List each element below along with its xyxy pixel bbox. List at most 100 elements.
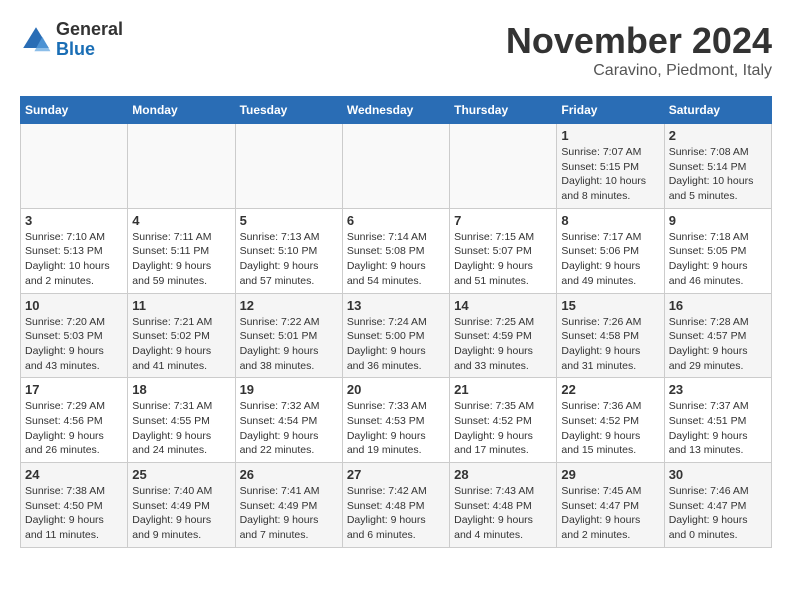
calendar-cell: 1 Sunrise: 7:07 AMSunset: 5:15 PMDaylight… (557, 124, 664, 209)
day-info: Sunrise: 7:32 AMSunset: 4:54 PMDaylight:… (240, 399, 338, 458)
day-info: Sunrise: 7:20 AMSunset: 5:03 PMDaylight:… (25, 315, 123, 374)
day-info: Sunrise: 7:31 AMSunset: 4:55 PMDaylight:… (132, 399, 230, 458)
day-number: 12 (240, 298, 338, 313)
day-number: 24 (25, 467, 123, 482)
calendar-cell: 25 Sunrise: 7:40 AMSunset: 4:49 PMDayligh… (128, 463, 235, 548)
day-number: 21 (454, 382, 552, 397)
calendar-header: SundayMondayTuesdayWednesdayThursdayFrid… (21, 97, 772, 124)
calendar-cell: 7Sunrise: 7:15 AMSunset: 5:07 PMDaylight… (450, 208, 557, 293)
day-info: Sunrise: 7:42 AMSunset: 4:48 PMDaylight:… (347, 484, 445, 543)
logo-icon (20, 24, 52, 56)
calendar-cell (342, 124, 449, 209)
day-info: Sunrise: 7:43 AMSunset: 4:48 PMDaylight:… (454, 484, 552, 543)
week-row-2: 3Sunrise: 7:10 AMSunset: 5:13 PMDaylight… (21, 208, 772, 293)
calendar-cell: 24 Sunrise: 7:38 AMSunset: 4:50 PMDayligh… (21, 463, 128, 548)
calendar-title: November 2024 (506, 20, 772, 62)
calendar-cell: 6 Sunrise: 7:14 AMSunset: 5:08 PMDaylight… (342, 208, 449, 293)
calendar-cell (450, 124, 557, 209)
day-info: Sunrise: 7:45 AMSunset: 4:47 PMDaylight:… (561, 484, 659, 543)
day-info: Sunrise: 7:21 AMSunset: 5:02 PMDaylight:… (132, 315, 230, 374)
day-info: Sunrise: 7:35 AMSunset: 4:52 PMDaylight:… (454, 399, 552, 458)
day-number: 5 (240, 213, 338, 228)
day-number: 28 (454, 467, 552, 482)
day-number: 16 (669, 298, 767, 313)
calendar-cell: 3Sunrise: 7:10 AMSunset: 5:13 PMDaylight… (21, 208, 128, 293)
header-day-sunday: Sunday (21, 97, 128, 124)
day-number: 26 (240, 467, 338, 482)
title-area: November 2024 Caravino, Piedmont, Italy (506, 20, 772, 80)
day-number: 1 (561, 128, 659, 143)
header-day-tuesday: Tuesday (235, 97, 342, 124)
calendar-cell: 22 Sunrise: 7:36 AMSunset: 4:52 PMDayligh… (557, 378, 664, 463)
calendar-cell: 23 Sunrise: 7:37 AMSunset: 4:51 PMDayligh… (664, 378, 771, 463)
header-day-saturday: Saturday (664, 97, 771, 124)
calendar-cell: 12 Sunrise: 7:22 AMSunset: 5:01 PMDayligh… (235, 293, 342, 378)
header-day-monday: Monday (128, 97, 235, 124)
day-number: 23 (669, 382, 767, 397)
calendar-cell: 10 Sunrise: 7:20 AMSunset: 5:03 PMDayligh… (21, 293, 128, 378)
day-number: 30 (669, 467, 767, 482)
day-number: 25 (132, 467, 230, 482)
page-header: General Blue November 2024 Caravino, Pie… (20, 20, 772, 80)
calendar-cell: 11 Sunrise: 7:21 AMSunset: 5:02 PMDayligh… (128, 293, 235, 378)
calendar-cell: 18 Sunrise: 7:31 AMSunset: 4:55 PMDayligh… (128, 378, 235, 463)
calendar-cell (128, 124, 235, 209)
calendar-cell: 15Sunrise: 7:26 AMSunset: 4:58 PMDayligh… (557, 293, 664, 378)
day-info: Sunrise: 7:14 AMSunset: 5:08 PMDaylight:… (347, 230, 445, 289)
day-info: Sunrise: 7:36 AMSunset: 4:52 PMDaylight:… (561, 399, 659, 458)
day-info: Sunrise: 7:46 AMSunset: 4:47 PMDaylight:… (669, 484, 767, 543)
calendar-cell (21, 124, 128, 209)
day-info: Sunrise: 7:28 AMSunset: 4:57 PMDaylight:… (669, 315, 767, 374)
day-number: 8 (561, 213, 659, 228)
day-number: 2 (669, 128, 767, 143)
day-number: 6 (347, 213, 445, 228)
day-number: 15 (561, 298, 659, 313)
calendar-cell: 8Sunrise: 7:17 AMSunset: 5:06 PMDaylight… (557, 208, 664, 293)
day-info: Sunrise: 7:40 AMSunset: 4:49 PMDaylight:… (132, 484, 230, 543)
day-number: 17 (25, 382, 123, 397)
calendar-cell: 9 Sunrise: 7:18 AMSunset: 5:05 PMDaylight… (664, 208, 771, 293)
calendar-subtitle: Caravino, Piedmont, Italy (506, 62, 772, 80)
calendar-cell: 4Sunrise: 7:11 AMSunset: 5:11 PMDaylight… (128, 208, 235, 293)
calendar-cell: 17 Sunrise: 7:29 AMSunset: 4:56 PMDayligh… (21, 378, 128, 463)
day-info: Sunrise: 7:07 AMSunset: 5:15 PMDaylight:… (561, 145, 659, 204)
day-number: 11 (132, 298, 230, 313)
header-day-thursday: Thursday (450, 97, 557, 124)
day-info: Sunrise: 7:18 AMSunset: 5:05 PMDaylight:… (669, 230, 767, 289)
day-info: Sunrise: 7:29 AMSunset: 4:56 PMDaylight:… (25, 399, 123, 458)
day-info: Sunrise: 7:33 AMSunset: 4:53 PMDaylight:… (347, 399, 445, 458)
day-number: 22 (561, 382, 659, 397)
calendar-cell: 27Sunrise: 7:42 AMSunset: 4:48 PMDayligh… (342, 463, 449, 548)
day-number: 18 (132, 382, 230, 397)
day-info: Sunrise: 7:25 AMSunset: 4:59 PMDaylight:… (454, 315, 552, 374)
header-day-friday: Friday (557, 97, 664, 124)
day-info: Sunrise: 7:38 AMSunset: 4:50 PMDaylight:… (25, 484, 123, 543)
calendar-table: SundayMondayTuesdayWednesdayThursdayFrid… (20, 96, 772, 548)
calendar-cell: 28 Sunrise: 7:43 AMSunset: 4:48 PMDayligh… (450, 463, 557, 548)
day-number: 7 (454, 213, 552, 228)
week-row-4: 17 Sunrise: 7:29 AMSunset: 4:56 PMDayligh… (21, 378, 772, 463)
calendar-cell: 13 Sunrise: 7:24 AMSunset: 5:00 PMDayligh… (342, 293, 449, 378)
calendar-cell: 19 Sunrise: 7:32 AMSunset: 4:54 PMDayligh… (235, 378, 342, 463)
day-number: 9 (669, 213, 767, 228)
day-number: 3 (25, 213, 123, 228)
header-row: SundayMondayTuesdayWednesdayThursdayFrid… (21, 97, 772, 124)
header-day-wednesday: Wednesday (342, 97, 449, 124)
day-number: 4 (132, 213, 230, 228)
calendar-cell: 20Sunrise: 7:33 AMSunset: 4:53 PMDayligh… (342, 378, 449, 463)
week-row-1: 1 Sunrise: 7:07 AMSunset: 5:15 PMDaylight… (21, 124, 772, 209)
day-number: 19 (240, 382, 338, 397)
day-number: 13 (347, 298, 445, 313)
calendar-cell: 30 Sunrise: 7:46 AMSunset: 4:47 PMDayligh… (664, 463, 771, 548)
day-info: Sunrise: 7:24 AMSunset: 5:00 PMDaylight:… (347, 315, 445, 374)
day-number: 29 (561, 467, 659, 482)
day-info: Sunrise: 7:22 AMSunset: 5:01 PMDaylight:… (240, 315, 338, 374)
calendar-cell: 21 Sunrise: 7:35 AMSunset: 4:52 PMDayligh… (450, 378, 557, 463)
day-number: 10 (25, 298, 123, 313)
day-info: Sunrise: 7:13 AMSunset: 5:10 PMDaylight:… (240, 230, 338, 289)
calendar-cell: 14 Sunrise: 7:25 AMSunset: 4:59 PMDayligh… (450, 293, 557, 378)
week-row-5: 24 Sunrise: 7:38 AMSunset: 4:50 PMDayligh… (21, 463, 772, 548)
day-info: Sunrise: 7:37 AMSunset: 4:51 PMDaylight:… (669, 399, 767, 458)
calendar-cell: 5 Sunrise: 7:13 AMSunset: 5:10 PMDaylight… (235, 208, 342, 293)
day-number: 14 (454, 298, 552, 313)
